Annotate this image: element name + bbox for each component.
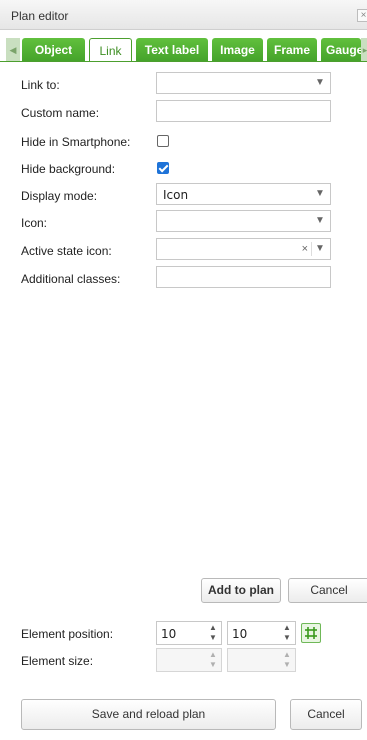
chevron-down-icon[interactable]: ▼: [207, 660, 219, 670]
close-icon[interactable]: ×: [357, 9, 367, 22]
size-width-stepper[interactable]: ▲ ▼: [156, 648, 222, 672]
element-size-label: Element size:: [21, 654, 94, 668]
footer-cancel-button[interactable]: Cancel: [290, 699, 362, 730]
tab-object[interactable]: Object: [22, 38, 85, 61]
chevron-down-icon: ▼: [315, 243, 325, 254]
divider: [311, 242, 312, 256]
tab-scroll-right-icon[interactable]: ▸: [361, 38, 367, 61]
hide-smartphone-label: Hide in Smartphone:: [21, 135, 131, 149]
chevron-up-icon[interactable]: ▲: [281, 650, 293, 660]
size-height-stepper[interactable]: ▲ ▼: [227, 648, 296, 672]
display-mode-select[interactable]: Icon ▼: [156, 183, 331, 205]
tab-image[interactable]: Image: [212, 38, 263, 61]
window-titlebar: Plan editor ×: [0, 0, 367, 30]
additional-classes-input[interactable]: [156, 266, 331, 288]
icon-select[interactable]: ▼: [156, 210, 331, 232]
chevron-down-icon[interactable]: ▼: [207, 633, 219, 643]
custom-name-label: Custom name:: [21, 106, 100, 120]
additional-classes-label: Additional classes:: [21, 272, 121, 286]
cancel-button[interactable]: Cancel: [288, 578, 367, 603]
active-state-icon-label: Active state icon:: [21, 244, 112, 258]
chevron-up-icon[interactable]: ▲: [207, 650, 219, 660]
link-to-select[interactable]: ▼: [156, 72, 331, 94]
chevron-down-icon: ▼: [315, 188, 325, 199]
chevron-down-icon[interactable]: ▼: [281, 633, 293, 643]
tab-frame[interactable]: Frame: [267, 38, 317, 61]
tab-link[interactable]: Link: [89, 38, 132, 61]
chevron-down-icon: ▼: [315, 215, 325, 226]
position-y-stepper[interactable]: 10 ▲ ▼: [227, 621, 296, 645]
chevron-down-icon: ▼: [315, 77, 325, 88]
window-title: Plan editor: [11, 9, 69, 23]
save-and-reload-button[interactable]: Save and reload plan: [21, 699, 276, 730]
tab-text-label[interactable]: Text label: [136, 38, 208, 61]
clear-icon[interactable]: ×: [302, 242, 308, 256]
hide-background-checkbox[interactable]: [157, 162, 169, 174]
chevron-up-icon[interactable]: ▲: [281, 623, 293, 633]
element-position-label: Element position:: [21, 627, 114, 641]
grid-icon[interactable]: [301, 623, 321, 643]
chevron-up-icon[interactable]: ▲: [207, 623, 219, 633]
active-state-icon-select[interactable]: × ▼: [156, 238, 331, 260]
tab-scroll-left-icon[interactable]: ◀: [6, 38, 20, 61]
position-x-stepper[interactable]: 10 ▲ ▼: [156, 621, 222, 645]
chevron-down-icon[interactable]: ▼: [281, 660, 293, 670]
tab-bar: ◀ Object Link Text label Image Frame Gau…: [0, 34, 367, 62]
add-to-plan-button[interactable]: Add to plan: [201, 578, 281, 603]
display-mode-label: Display mode:: [21, 189, 98, 203]
hide-smartphone-checkbox[interactable]: [157, 135, 169, 147]
custom-name-input[interactable]: [156, 100, 331, 122]
tab-gauge[interactable]: Gauge: [321, 38, 361, 61]
link-to-label: Link to:: [21, 78, 60, 92]
hide-background-label: Hide background:: [21, 162, 116, 176]
icon-label: Icon:: [21, 216, 48, 230]
